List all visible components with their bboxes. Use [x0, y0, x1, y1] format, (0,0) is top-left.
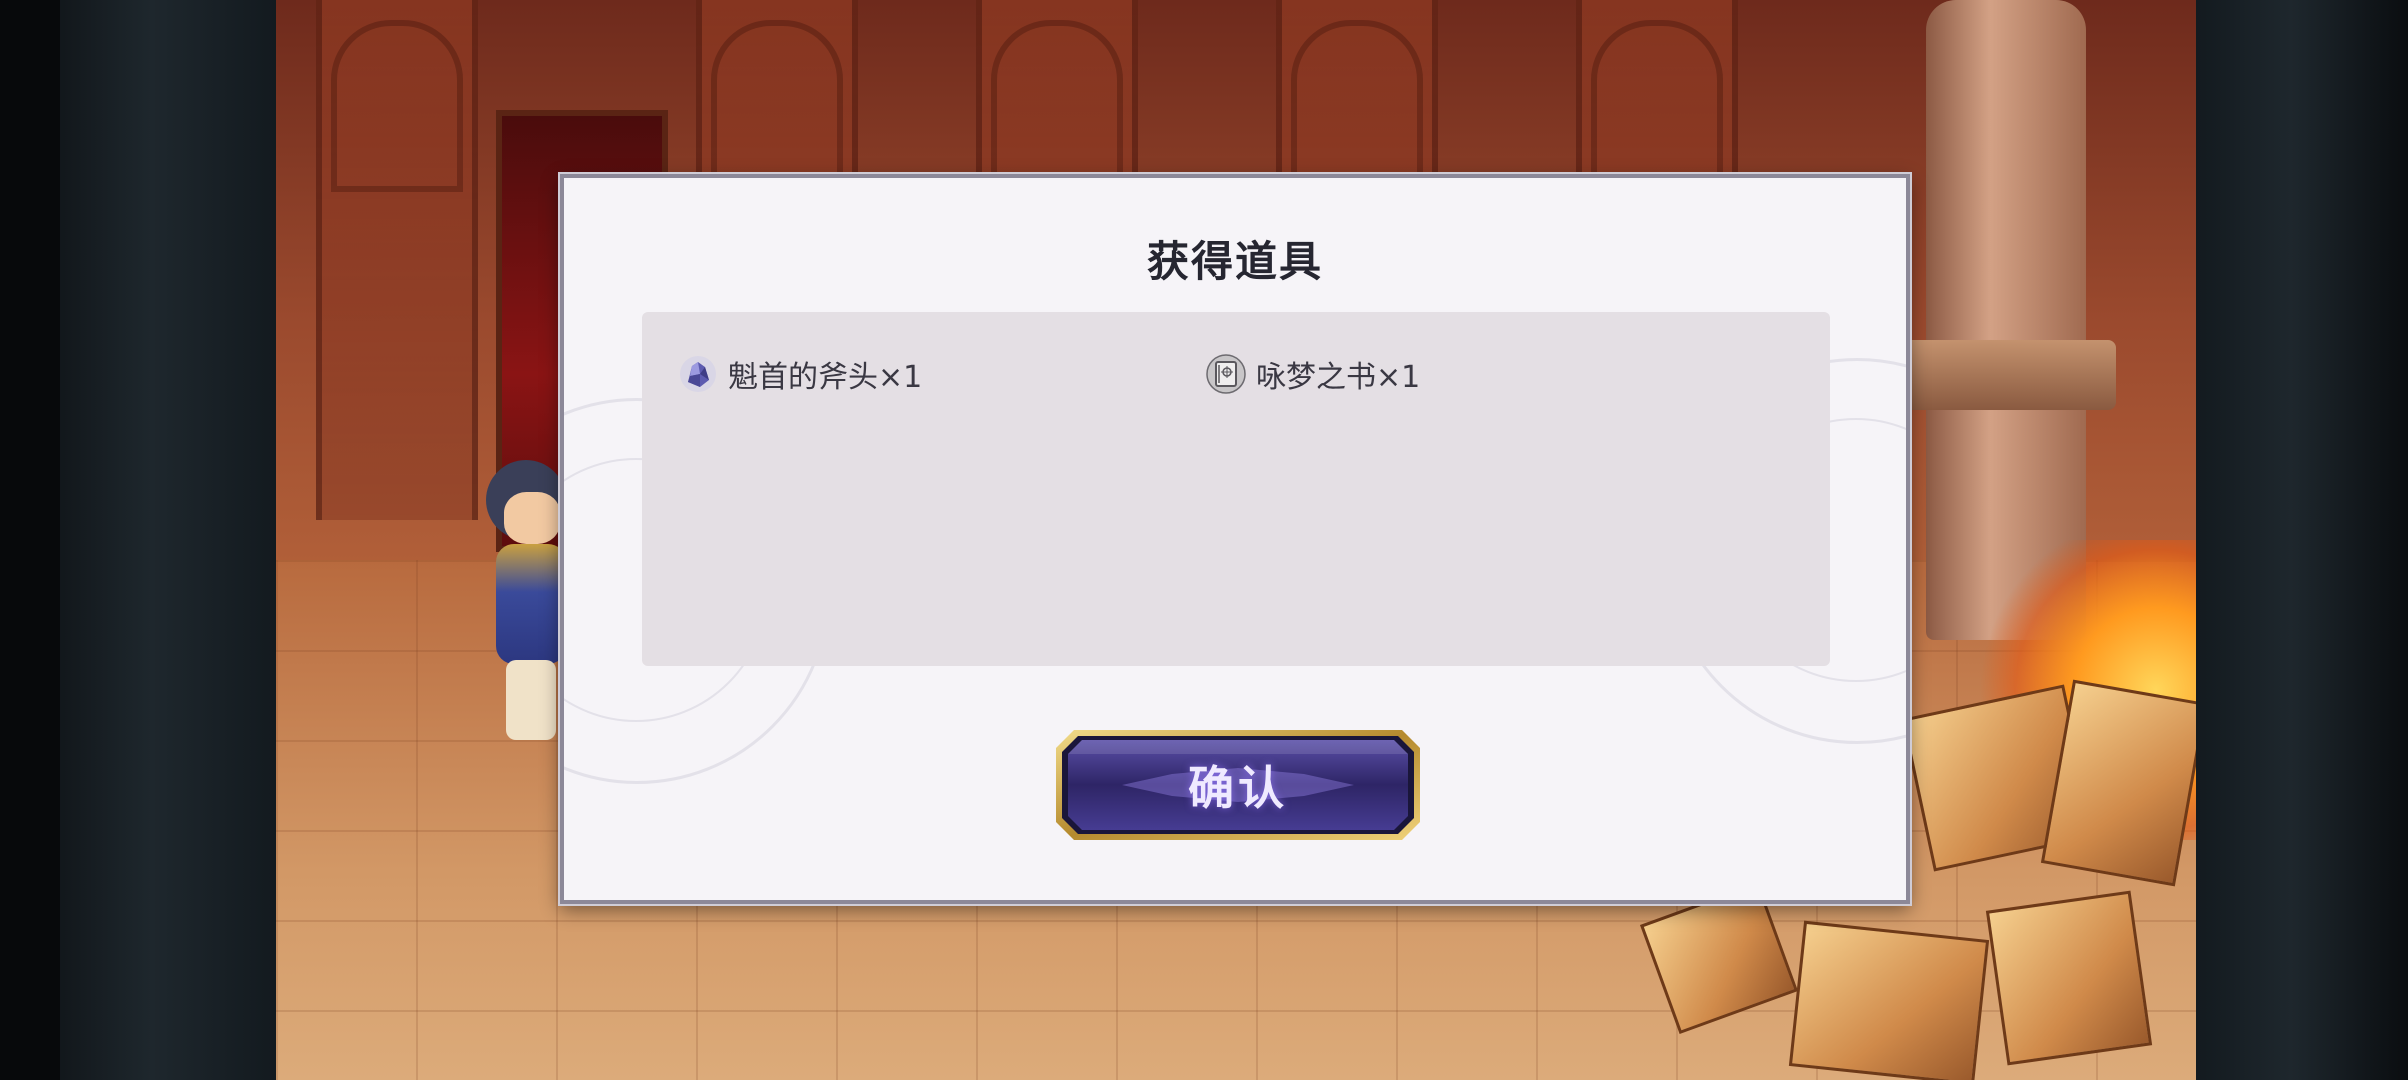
rubble-block: [1788, 920, 1990, 1080]
crystal-ore-icon: [678, 354, 718, 394]
wall-arch: [711, 20, 843, 192]
rubble-block: [1985, 890, 2153, 1066]
reward-item[interactable]: 咏梦之书×1: [1206, 352, 1420, 396]
wall-arch: [1291, 20, 1423, 192]
camera-notch-area: [0, 0, 60, 1080]
confirm-button-label: 确认: [1188, 761, 1288, 815]
character-armor: [496, 544, 566, 664]
reward-item-label: 魁首的斧头×1: [728, 360, 923, 395]
right-border: [2196, 0, 2408, 1080]
reward-item-label: 咏梦之书×1: [1256, 360, 1421, 395]
character-legs: [506, 660, 556, 740]
reward-list: 魁首的斧头×1 咏梦之书×1: [642, 312, 1830, 666]
dialog-title: 获得道具: [1146, 237, 1323, 286]
item-obtained-dialog: 获得道具 魁首的斧头×1 咏梦之书×1 确认: [560, 174, 1910, 904]
wall-arch: [1591, 20, 1723, 192]
reward-item[interactable]: 魁首的斧头×1: [678, 352, 922, 396]
pillar-capital: [1896, 340, 2116, 410]
character-face: [504, 492, 560, 544]
game-screen: 获得道具 魁首的斧头×1 咏梦之书×1 确认: [0, 0, 2408, 1080]
book-icon: [1206, 354, 1246, 394]
wall-arch: [991, 20, 1123, 192]
confirm-button[interactable]: 确认: [1052, 726, 1424, 844]
wall-panel: [316, 0, 478, 520]
wall-arch: [331, 20, 463, 192]
left-border: [0, 0, 276, 1080]
